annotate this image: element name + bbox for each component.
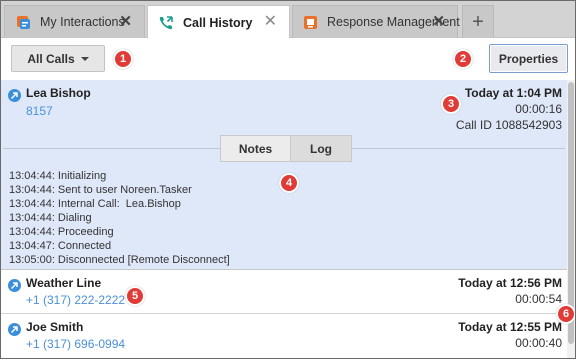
close-icon[interactable]: ✕ xyxy=(119,14,132,30)
detail-subtabs: Notes Log xyxy=(220,135,352,162)
add-tab-button[interactable]: + xyxy=(462,5,494,38)
interactions-icon xyxy=(15,14,31,30)
call-time: Today at 12:55 PM xyxy=(458,320,562,334)
call-duration: 00:00:16 xyxy=(515,102,562,116)
close-icon[interactable]: ✕ xyxy=(264,14,277,30)
log-line: 13:04:44: Initializing xyxy=(9,170,107,182)
chevron-down-icon xyxy=(80,56,89,61)
tab-strip: My Interactions ✕ Call History ✕ Respons… xyxy=(1,1,575,39)
call-duration: 00:00:54 xyxy=(515,292,562,306)
response-management-icon xyxy=(303,14,318,30)
log-line: 13:04:47: Connected xyxy=(9,240,112,252)
log-line: 13:05:00: Disconnected [Remote Disconnec… xyxy=(9,254,230,266)
callout-badge: 5 xyxy=(125,286,145,306)
outbound-call-icon xyxy=(8,279,21,292)
call-log: 13:04:44: Initializing 13:04:44: Sent to… xyxy=(9,169,230,267)
tab-label: My Interactions xyxy=(40,15,125,29)
outbound-call-icon xyxy=(8,89,21,102)
log-line: 13:04:44: Dialing xyxy=(9,212,92,224)
tab-response-management[interactable]: Response Management ✕ xyxy=(292,5,460,38)
caller-name: Weather Line xyxy=(26,276,102,290)
callout-badge: 3 xyxy=(441,94,461,114)
callout-badge: 2 xyxy=(453,49,473,69)
notes-tab[interactable]: Notes xyxy=(220,135,291,162)
close-icon[interactable]: ✕ xyxy=(432,14,445,30)
tab-call-history[interactable]: Call History ✕ xyxy=(147,5,290,39)
all-calls-label: All Calls xyxy=(27,51,75,66)
toolbar: All Calls Properties xyxy=(1,38,575,80)
log-line: 13:04:44: Sent to user Noreen.Tasker xyxy=(9,184,192,196)
call-row[interactable]: Weather Line +1 (317) 222-2222 Today at … xyxy=(1,270,567,314)
log-tab[interactable]: Log xyxy=(291,135,352,162)
phone-history-icon xyxy=(158,15,174,31)
callout-badge: 6 xyxy=(556,304,575,324)
call-time: Today at 1:04 PM xyxy=(464,86,562,100)
call-duration: 00:00:40 xyxy=(515,336,562,350)
log-line: 13:04:44: Internal Call: Lea.Bishop xyxy=(9,198,181,210)
outbound-call-icon xyxy=(8,323,21,336)
tab-my-interactions[interactable]: My Interactions ✕ xyxy=(4,5,145,38)
log-line: 13:04:44: Proceeding xyxy=(9,226,114,238)
callout-badge: 1 xyxy=(113,49,133,69)
caller-name: Joe Smith xyxy=(26,320,84,334)
call-history-window: My Interactions ✕ Call History ✕ Respons… xyxy=(0,0,576,359)
tab-label: Call History xyxy=(183,15,253,30)
caller-name: Lea Bishop xyxy=(26,86,91,100)
caller-number[interactable]: +1 (317) 696-0994 xyxy=(26,337,125,351)
caller-number[interactable]: +1 (317) 222-2222 xyxy=(26,293,125,307)
all-calls-dropdown[interactable]: All Calls xyxy=(11,45,105,72)
call-row[interactable]: Joe Smith +1 (317) 696-0994 Today at 12:… xyxy=(1,314,567,358)
call-id: Call ID 1088542903 xyxy=(455,118,562,132)
callout-badge: 4 xyxy=(279,173,299,193)
call-list: Lea Bishop 8157 Today at 1:04 PM 00:00:1… xyxy=(1,80,567,358)
call-time: Today at 12:56 PM xyxy=(458,276,562,290)
caller-number[interactable]: 8157 xyxy=(26,104,53,118)
properties-button[interactable]: Properties xyxy=(489,44,568,73)
